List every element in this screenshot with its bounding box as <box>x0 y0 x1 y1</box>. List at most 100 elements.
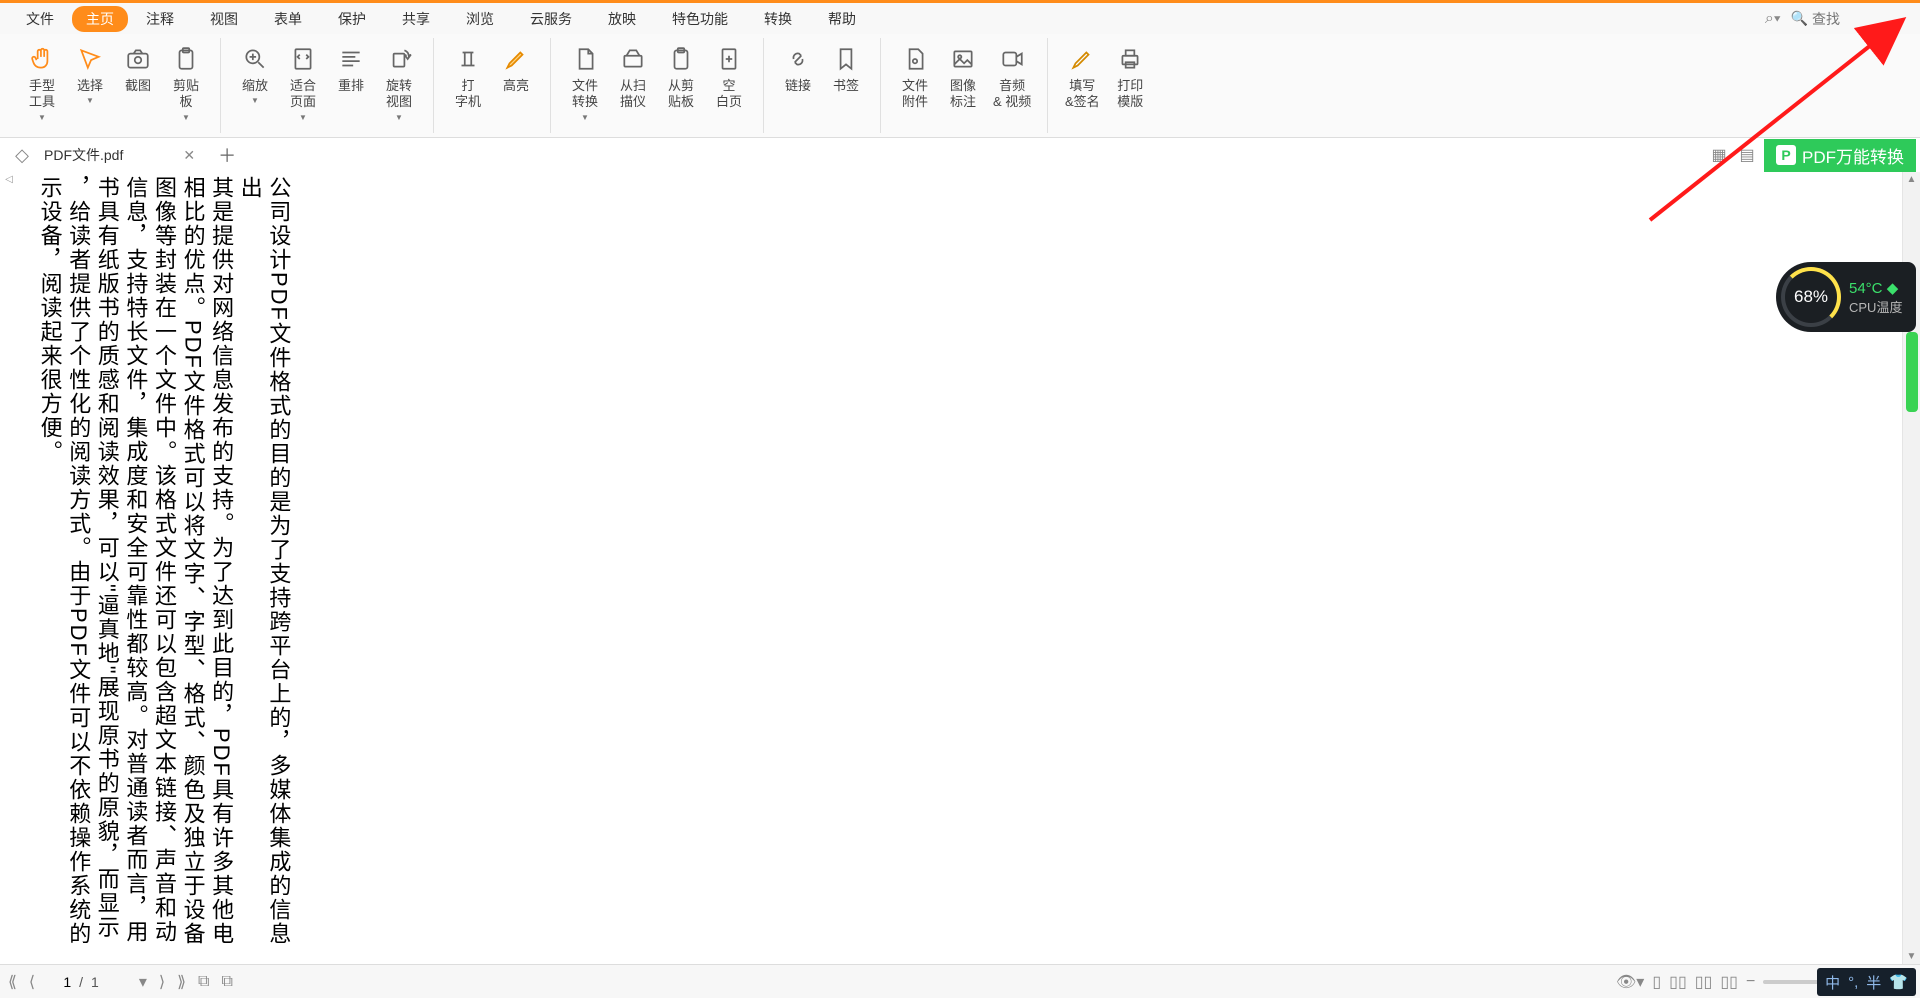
reflow-icon <box>336 44 366 74</box>
clipboard-icon <box>171 44 201 74</box>
page-view-icon[interactable]: ▤ <box>1736 144 1758 166</box>
rotate-view-button[interactable]: 旋转视图 ▼ <box>375 38 423 122</box>
pdf-badge-icon: P <box>1776 145 1796 165</box>
left-ruler: ◁ <box>0 172 18 964</box>
scanner-icon <box>618 44 648 74</box>
find-box[interactable]: 🔍 <box>1791 10 1892 27</box>
menu-item-home[interactable]: 主页 <box>72 6 128 32</box>
bookmark-icon <box>831 44 861 74</box>
blank-page-icon <box>714 44 744 74</box>
performance-widget[interactable]: 68% 54°C ◆ CPU温度 <box>1776 262 1916 332</box>
menu-item-features[interactable]: 特色功能 <box>654 5 746 33</box>
menu-item-present[interactable]: 放映 <box>590 5 654 33</box>
print-template-button[interactable]: 打印模版 <box>1106 38 1154 111</box>
menu-item-annotate[interactable]: 注释 <box>128 5 192 33</box>
page-total: 1 <box>91 974 99 990</box>
last-page-button[interactable]: ⟫ <box>175 972 188 992</box>
pdf-page: 公司设计PDF文件格式的目的是为了支持跨平台上的，多媒体集成的信息出 其是提供对… <box>35 172 435 964</box>
page-number-input[interactable] <box>45 974 71 990</box>
reflow-button[interactable]: 重排 <box>327 38 375 94</box>
menu-item-file[interactable]: 文件 <box>8 5 72 33</box>
ime-width[interactable]: 半 <box>1866 972 1881 993</box>
page-dropdown[interactable]: ▾ <box>137 972 149 992</box>
image-annotation-button[interactable]: 图像标注 <box>939 38 987 111</box>
menu-bar: 文件 主页 注释 视图 表单 保护 共享 浏览 云服务 放映 特色功能 转换 帮… <box>0 0 1920 34</box>
prev-page-button[interactable]: ⟨ <box>27 972 37 992</box>
page-layout2-icon[interactable]: ⧉ <box>219 973 234 991</box>
menu-item-browse[interactable]: 浏览 <box>448 5 512 33</box>
fill-sign-button[interactable]: 填写&签名 <box>1058 38 1106 111</box>
clipboard2-icon <box>666 44 696 74</box>
document-text: 公司设计PDF文件格式的目的是为了支持跨平台上的，多媒体集成的信息出 其是提供对… <box>35 172 292 964</box>
clipboard-button[interactable]: 剪贴板 ▼ <box>162 38 210 122</box>
document-area[interactable]: ◁ 公司设计PDF文件格式的目的是为了支持跨平台上的，多媒体集成的信息出 其是提… <box>0 172 1920 964</box>
ime-lang[interactable]: 中 <box>1825 972 1840 993</box>
first-page-button[interactable]: ⟪ <box>6 972 19 992</box>
fit-page-button[interactable]: 适合页面 ▼ <box>279 38 327 122</box>
page-layout1-icon[interactable]: ⧉ <box>196 973 211 991</box>
hand-tool-button[interactable]: 手型工具 ▼ <box>18 38 66 122</box>
from-scanner-button[interactable]: 从扫描仪 <box>609 38 657 111</box>
search-icon: 🔍 <box>1791 10 1808 27</box>
menu-item-form[interactable]: 表单 <box>256 5 320 33</box>
add-tab-button[interactable]: ＋ <box>213 142 241 168</box>
sign-icon <box>1067 44 1097 74</box>
highlight-button[interactable]: 高亮 <box>492 38 540 94</box>
blank-page-button[interactable]: 空白页 <box>705 38 753 111</box>
menu-item-cloud[interactable]: 云服务 <box>512 5 590 33</box>
zoom-out-button[interactable]: − <box>1746 973 1755 991</box>
image-icon <box>948 44 978 74</box>
snapshot-button[interactable]: 截图 <box>114 38 162 94</box>
page-sep: / <box>79 974 83 990</box>
file-convert-button[interactable]: 文件转换 ▼ <box>561 38 609 122</box>
typewriter-icon <box>453 44 483 74</box>
audio-video-button[interactable]: 音频& 视频 <box>987 38 1037 111</box>
from-clipboard-button[interactable]: 从剪贴板 <box>657 38 705 111</box>
select-button[interactable]: 选择 ▼ <box>66 38 114 105</box>
status-bar: ⟪ ⟨ / 1 ▾ ⟩ ⟫ ⧉ ⧉ 👁▾ ▯ ▯▯ ▯▯ ▯▯ − + 1 <box>0 964 1920 998</box>
file-convert-icon <box>570 44 600 74</box>
file-attachment-button[interactable]: 文件附件 <box>891 38 939 111</box>
link-icon <box>783 44 813 74</box>
visibility-icon[interactable]: 👁▾ <box>1616 972 1644 992</box>
cover-facing-icon[interactable]: ▯▯ <box>1720 972 1738 992</box>
ribbon: 手型工具 ▼ 选择 ▼ 截图 剪贴板 ▼ 缩放 ▼ 适合页面 ▼ <box>0 34 1920 138</box>
menu-item-view[interactable]: 视图 <box>192 5 256 33</box>
link-button[interactable]: 链接 <box>774 38 822 94</box>
grid-view-icon[interactable]: ▦ <box>1708 144 1730 166</box>
facing-icon[interactable]: ▯▯ <box>1695 972 1713 992</box>
menu-item-convert[interactable]: 转换 <box>746 5 810 33</box>
bookmark-button[interactable]: 书签 <box>822 38 870 94</box>
find-input[interactable] <box>1812 11 1892 27</box>
scroll-up-icon[interactable]: ▲ <box>1903 174 1920 185</box>
menu-item-protect[interactable]: 保护 <box>320 5 384 33</box>
ime-shirt-icon[interactable]: 👕 <box>1889 973 1908 991</box>
attachment-icon <box>900 44 930 74</box>
single-page-icon[interactable]: ▯ <box>1652 972 1661 992</box>
tab-filename: PDF文件.pdf <box>44 145 123 165</box>
chevron-down-icon: ▼ <box>38 113 46 122</box>
perf-cpu-label: CPU温度 <box>1849 297 1902 316</box>
scroll-thumb[interactable] <box>1906 332 1918 412</box>
continuous-icon[interactable]: ▯▯ <box>1669 972 1687 992</box>
menu-item-help[interactable]: 帮助 <box>810 5 874 33</box>
close-tab-button[interactable]: ✕ <box>183 147 195 164</box>
ime-indicator[interactable]: 中 °, 半 👕 <box>1817 968 1916 996</box>
ime-punct[interactable]: °, <box>1848 974 1858 991</box>
menu-item-share[interactable]: 共享 <box>384 5 448 33</box>
zoom-button[interactable]: 缩放 ▼ <box>231 38 279 105</box>
perf-ring: 68% <box>1781 267 1841 327</box>
zoom-icon <box>240 44 270 74</box>
tag-icon[interactable]: ◇ <box>10 145 34 166</box>
scroll-down-icon[interactable]: ▼ <box>1903 951 1920 962</box>
pdf-convert-badge[interactable]: P PDF万能转换 <box>1764 139 1916 172</box>
fit-page-icon <box>288 44 318 74</box>
perf-temp: 54°C ◆ <box>1849 279 1902 297</box>
rotate-icon <box>384 44 414 74</box>
printer-icon <box>1115 44 1145 74</box>
next-page-button[interactable]: ⟩ <box>157 972 167 992</box>
typewriter-button[interactable]: 打字机 <box>444 38 492 111</box>
highlight-icon <box>501 44 531 74</box>
document-tab[interactable]: PDF文件.pdf ✕ <box>34 138 205 172</box>
quick-search-icon[interactable]: ⌕▾ <box>1765 10 1781 28</box>
